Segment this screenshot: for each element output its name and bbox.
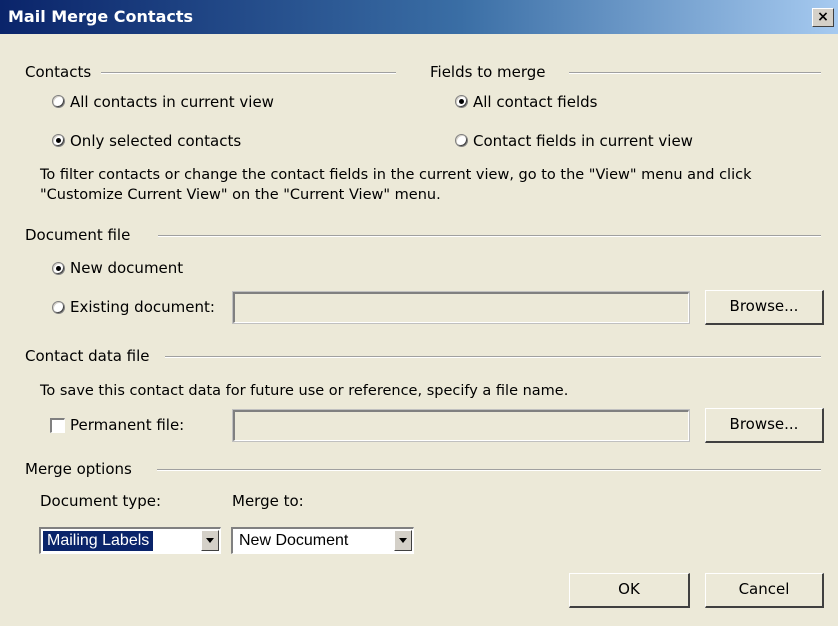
merge-to-value: New Document: [239, 532, 349, 549]
window-title: Mail Merge Contacts: [8, 7, 194, 26]
label-new-document[interactable]: New document: [70, 259, 183, 277]
label-existing-document[interactable]: Existing document:: [70, 298, 215, 316]
hint-line-2: "Customize Current View" on the "Current…: [40, 187, 441, 203]
radio-all-contacts[interactable]: [52, 95, 65, 108]
contact-data-heading: Contact data file: [25, 347, 150, 365]
ok-button[interactable]: OK: [569, 573, 690, 608]
close-button[interactable]: ×: [812, 8, 834, 27]
contact-data-divider: [165, 356, 821, 358]
permanent-file-field[interactable]: [232, 409, 690, 442]
document-type-select[interactable]: Mailing Labels: [39, 527, 221, 554]
close-icon: ×: [817, 9, 829, 25]
contacts-heading: Contacts: [25, 63, 92, 81]
merge-to-select[interactable]: New Document: [231, 527, 414, 554]
radio-selected-contacts[interactable]: [52, 134, 65, 147]
contacts-divider: [101, 72, 396, 74]
fields-heading: Fields to merge: [430, 63, 546, 81]
label-all-fields[interactable]: All contact fields: [473, 93, 597, 111]
merge-to-label: Merge to:: [232, 492, 304, 510]
browse-contact-data-button[interactable]: Browse...: [705, 408, 824, 443]
contact-data-description: To save this contact data for future use…: [40, 383, 569, 399]
document-file-divider: [158, 235, 821, 237]
document-type-label: Document type:: [40, 492, 162, 510]
radio-current-fields[interactable]: [455, 134, 468, 147]
label-permanent-file[interactable]: Permanent file:: [70, 416, 184, 434]
chevron-down-icon[interactable]: [394, 530, 412, 551]
label-current-fields[interactable]: Contact fields in current view: [473, 132, 693, 150]
chevron-down-icon[interactable]: [201, 530, 219, 551]
hint-line-1: To filter contacts or change the contact…: [40, 167, 752, 183]
permanent-file-checkbox[interactable]: [50, 418, 65, 433]
radio-all-fields[interactable]: [455, 95, 468, 108]
label-all-contacts[interactable]: All contacts in current view: [70, 93, 274, 111]
document-type-value: Mailing Labels: [41, 530, 155, 552]
radio-new-document[interactable]: [52, 262, 65, 275]
existing-document-field[interactable]: [232, 291, 690, 324]
browse-document-button[interactable]: Browse...: [705, 290, 824, 325]
document-file-heading: Document file: [25, 226, 131, 244]
label-selected-contacts[interactable]: Only selected contacts: [70, 132, 241, 150]
merge-options-heading: Merge options: [25, 460, 132, 478]
merge-options-divider: [157, 469, 821, 471]
title-bar: Mail Merge Contacts ×: [0, 0, 838, 34]
cancel-button[interactable]: Cancel: [705, 573, 824, 608]
radio-existing-document[interactable]: [52, 301, 65, 314]
fields-divider: [569, 72, 821, 74]
